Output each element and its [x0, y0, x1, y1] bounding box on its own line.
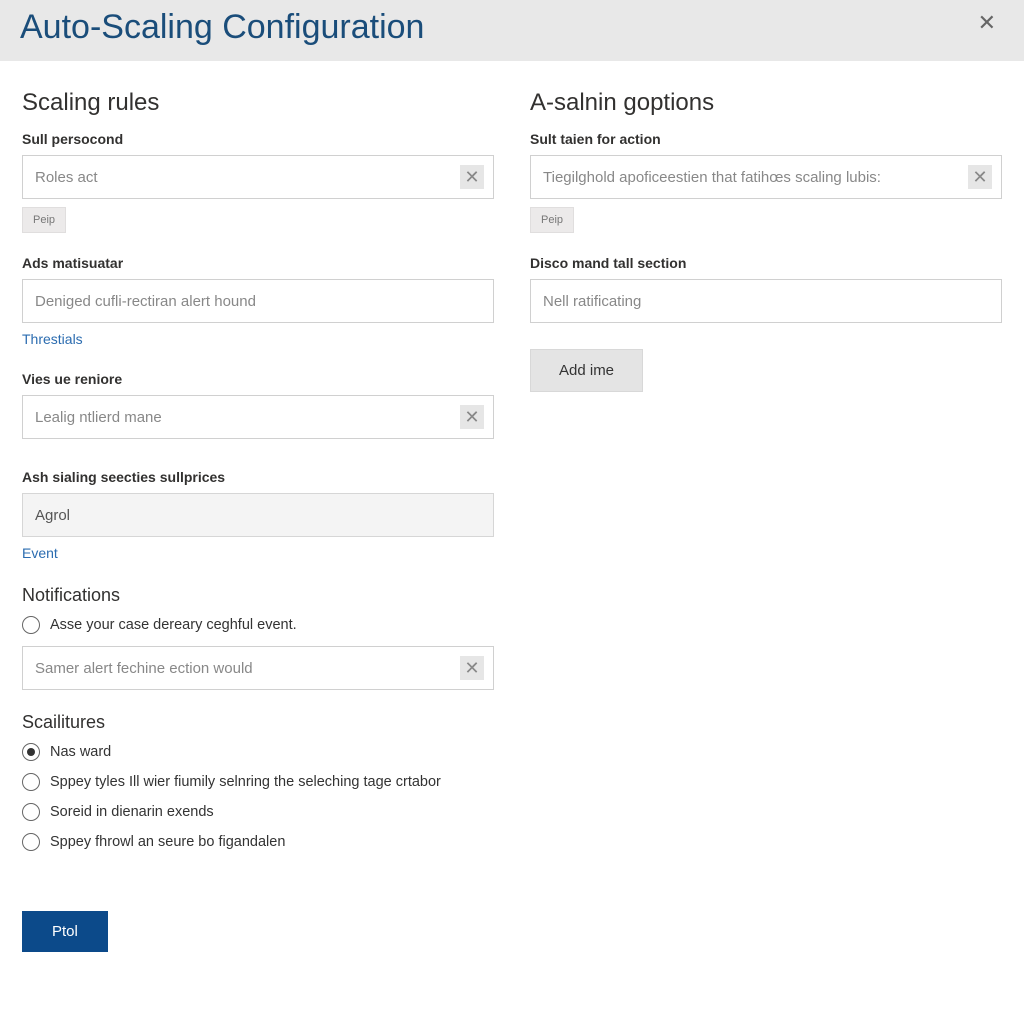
radio-label: Soreid in dienarin exends	[50, 804, 214, 820]
field-label: Vies ue reniore	[22, 371, 494, 387]
reniore-input[interactable]	[22, 395, 494, 439]
scailitures-option-1[interactable]: Sppey tyles Ill wier fiumily selnring th…	[22, 773, 494, 791]
dialog-body: Scaling rules Sull persocond ✕ Peip Ads …	[0, 61, 1024, 893]
close-icon[interactable]: ✕	[970, 8, 1004, 38]
notifications-heading: Notifications	[22, 585, 494, 606]
field-sult-taien: Sult taien for action ✕ Peip	[530, 131, 1002, 233]
field-label: Sult taien for action	[530, 131, 1002, 147]
help-button[interactable]: Peip	[530, 207, 574, 233]
primary-action-button[interactable]: Ptol	[22, 911, 108, 952]
radio-icon	[22, 743, 40, 761]
clear-icon[interactable]: ✕	[460, 656, 484, 680]
field-label: Ads matisuatar	[22, 255, 494, 271]
scaling-rules-heading: Scaling rules	[22, 89, 494, 117]
radio-label: Sppey tyles Ill wier fiumily selnring th…	[50, 774, 441, 790]
threshold-input[interactable]	[530, 155, 1002, 199]
field-vies-reniore: Vies ue reniore ✕	[22, 371, 494, 439]
add-button[interactable]: Add ime	[530, 349, 643, 392]
field-label: Ash sialing seecties sullprices	[22, 469, 494, 485]
field-disco-mand: Disco mand tall section	[530, 255, 1002, 323]
radio-icon	[22, 833, 40, 851]
section-input[interactable]	[530, 279, 1002, 323]
notification-action-input[interactable]	[22, 646, 494, 690]
asalnin-heading: A-salnin goptions	[530, 89, 1002, 117]
help-button[interactable]: Peip	[22, 207, 66, 233]
field-label: Sull persocond	[22, 131, 494, 147]
field-label: Disco mand tall section	[530, 255, 1002, 271]
clear-icon[interactable]: ✕	[968, 165, 992, 189]
scailitures-option-0[interactable]: Nas ward	[22, 743, 494, 761]
radio-label: Asse your case dereary ceghful event.	[50, 617, 297, 633]
scailitures-option-2[interactable]: Soreid in dienarin exends	[22, 803, 494, 821]
thresholds-link[interactable]: Threstials	[22, 331, 83, 347]
field-sull-persocond: Sull persocond ✕ Peip	[22, 131, 494, 233]
roles-input[interactable]	[22, 155, 494, 199]
clear-icon[interactable]: ✕	[460, 165, 484, 189]
clear-icon[interactable]: ✕	[460, 405, 484, 429]
scailitures-heading: Scailitures	[22, 712, 494, 733]
alert-input[interactable]	[22, 279, 494, 323]
left-column: Scaling rules Sull persocond ✕ Peip Ads …	[22, 89, 494, 873]
field-ads-matinator: Ads matisuatar Threstials	[22, 255, 494, 349]
radio-label: Sppey fhrowl an seure bo figandalen	[50, 834, 285, 850]
event-link[interactable]: Event	[22, 545, 58, 561]
dialog-header: Auto-Scaling Configuration ✕	[0, 0, 1024, 61]
field-scaling-prices: Ash sialing seecties sullprices Event	[22, 469, 494, 563]
radio-label: Nas ward	[50, 744, 111, 760]
notifications-section: Notifications Asse your case dereary ceg…	[22, 585, 494, 690]
right-column: A-salnin goptions Sult taien for action …	[530, 89, 1002, 873]
radio-icon	[22, 616, 40, 634]
dialog-title: Auto-Scaling Configuration	[20, 8, 424, 47]
notifications-radio[interactable]: Asse your case dereary ceghful event.	[22, 616, 494, 634]
agrol-input[interactable]	[22, 493, 494, 537]
scailitures-section: Scailitures Nas ward Sppey tyles Ill wie…	[22, 712, 494, 851]
radio-icon	[22, 773, 40, 791]
scailitures-option-3[interactable]: Sppey fhrowl an seure bo figandalen	[22, 833, 494, 851]
radio-icon	[22, 803, 40, 821]
